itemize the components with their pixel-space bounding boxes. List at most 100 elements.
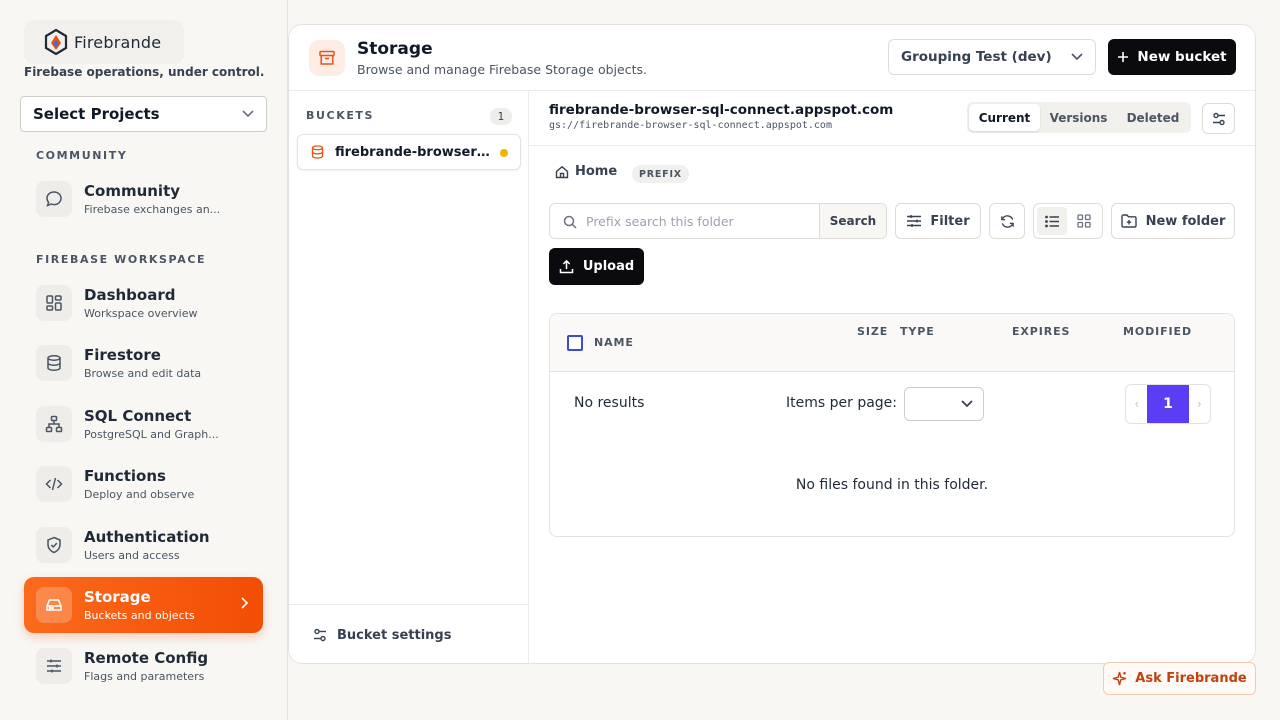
bucket-settings-button[interactable]: Bucket settings <box>289 604 528 663</box>
sidebar-item-title: Firestore <box>84 346 161 364</box>
sidebar-item-remote-config[interactable]: Remote Config Flags and parameters <box>24 638 263 694</box>
chat-bubble-icon <box>36 181 72 217</box>
page-title: Storage <box>357 39 433 59</box>
bucket-list-item[interactable]: firebrande-browser-sql-connect.appspot.c… <box>297 134 521 170</box>
new-bucket-label: New bucket <box>1137 49 1227 65</box>
environment-select[interactable]: Grouping Test (dev) <box>888 39 1096 75</box>
sidebar-item-community[interactable]: Community Firebase exchanges an... <box>24 171 263 227</box>
database-icon <box>311 145 324 159</box>
divider <box>529 145 1255 146</box>
sidebar-item-title: Dashboard <box>84 286 176 304</box>
sidebar-item-storage[interactable]: Storage Buckets and objects <box>24 577 263 633</box>
pagination: ‹ 1 › <box>1125 384 1211 424</box>
archive-icon <box>309 40 345 76</box>
sidebar-item-functions[interactable]: Functions Deploy and observe <box>24 456 263 512</box>
tab-versions[interactable]: Versions <box>1040 104 1117 131</box>
refresh-button[interactable] <box>989 203 1025 239</box>
sidebar-item-title: Community <box>84 182 181 200</box>
firebrande-logo-icon <box>44 29 68 55</box>
breadcrumb-home-label: Home <box>575 164 618 179</box>
shield-icon <box>36 527 72 563</box>
upload-button[interactable]: Upload <box>549 248 644 285</box>
tab-current[interactable]: Current <box>969 104 1040 131</box>
list-icon <box>1044 215 1059 227</box>
grid-view-button[interactable] <box>1069 207 1099 235</box>
filter-label: Filter <box>930 213 970 229</box>
column-header-name[interactable]: NAME <box>594 336 634 349</box>
sidebar-item-subtitle: Firebase exchanges an... <box>84 203 221 216</box>
items-per-page-select[interactable] <box>904 387 984 421</box>
bucket-title: firebrande-browser-sql-connect.appspot.c… <box>549 102 894 118</box>
sidebar-item-title: Remote Config <box>84 649 209 667</box>
bucket-path: gs://firebrande-browser-sql-connect.apps… <box>549 120 832 131</box>
buckets-count-badge: 1 <box>490 108 512 125</box>
sidebar-item-subtitle: Deploy and observe <box>84 488 195 501</box>
sidebar-item-subtitle: Users and access <box>84 549 180 562</box>
files-table: NAME SIZE TYPE EXPIRES MODIFIED No resul… <box>549 313 1235 537</box>
sidebar: Firebrande Firebase operations, under co… <box>0 0 288 720</box>
settings-sliders-icon <box>314 628 326 642</box>
bucket-name: firebrande-browser-sql-connect.appspot.c… <box>335 144 491 160</box>
chevron-down-icon <box>961 400 973 408</box>
sidebar-item-subtitle: Browse and edit data <box>84 367 202 380</box>
brand-tagline: Firebase operations, under control. <box>24 65 265 79</box>
sidebar-item-sql-connect[interactable]: SQL Connect PostgreSQL and Graph... <box>24 396 263 452</box>
page-number-button[interactable]: 1 <box>1147 385 1189 423</box>
sidebar-item-authentication[interactable]: Authentication Users and access <box>24 517 263 573</box>
view-options-button[interactable] <box>1202 103 1235 134</box>
bucket-content: firebrande-browser-sql-connect.appspot.c… <box>529 91 1255 663</box>
sidebar-item-subtitle: Workspace overview <box>84 307 198 320</box>
filter-button[interactable]: Filter <box>895 203 981 239</box>
new-folder-button[interactable]: New folder <box>1111 203 1235 239</box>
environment-select-label: Grouping Test (dev) <box>901 49 1052 65</box>
database-icon <box>36 345 72 381</box>
bucket-status-dot <box>500 149 508 157</box>
plus-icon <box>1118 52 1129 62</box>
sidebar-item-firestore[interactable]: Firestore Browse and edit data <box>24 335 263 391</box>
version-tabs: Current Versions Deleted <box>967 102 1191 133</box>
brand-logo[interactable]: Firebrande <box>24 20 184 64</box>
select-all-checkbox[interactable] <box>567 335 583 351</box>
home-icon <box>555 165 569 178</box>
items-per-page-label: Items per page: <box>786 395 898 411</box>
bucket-settings-label: Bucket settings <box>337 627 452 643</box>
new-folder-label: New folder <box>1145 213 1226 229</box>
table-header: NAME SIZE TYPE EXPIRES MODIFIED <box>550 314 1234 372</box>
grid-icon <box>36 285 72 321</box>
settings-sliders-icon <box>1212 112 1225 125</box>
sidebar-item-title: Storage <box>84 588 151 606</box>
prefix-search-input[interactable] <box>550 204 819 238</box>
search-button[interactable]: Search <box>819 204 886 238</box>
empty-folder-message: No files found in this folder. <box>795 477 989 493</box>
ask-firebrande-label: Ask Firebrande <box>1135 671 1247 686</box>
column-header-modified[interactable]: MODIFIED <box>1123 325 1192 338</box>
list-view-button[interactable] <box>1037 207 1067 235</box>
prev-page-button[interactable]: ‹ <box>1126 385 1147 423</box>
chevron-right-icon <box>241 597 249 609</box>
ask-firebrande-button[interactable]: Ask Firebrande <box>1103 662 1256 695</box>
sidebar-item-title: Functions <box>84 467 166 485</box>
sparkle-icon <box>1113 671 1127 686</box>
buckets-heading: BUCKETS <box>306 109 375 122</box>
upload-icon <box>559 259 574 274</box>
folder-plus-icon <box>1120 214 1137 228</box>
drive-icon <box>36 587 72 623</box>
column-header-type[interactable]: TYPE <box>900 325 935 338</box>
prefix-badge: PREFIX <box>632 165 689 183</box>
tab-deleted[interactable]: Deleted <box>1117 104 1189 131</box>
project-select-label: Select Projects <box>33 105 160 123</box>
sidebar-item-subtitle: PostgreSQL and Graph... <box>84 428 219 441</box>
new-bucket-button[interactable]: New bucket <box>1108 39 1236 75</box>
storage-panel: Storage Browse and manage Firebase Stora… <box>288 24 1256 664</box>
network-icon <box>36 406 72 442</box>
grid-icon <box>1077 214 1091 228</box>
search-icon <box>563 215 577 229</box>
column-header-size[interactable]: SIZE <box>857 325 888 338</box>
sidebar-item-dashboard[interactable]: Dashboard Workspace overview <box>24 275 263 331</box>
column-header-expires[interactable]: EXPIRES <box>1012 325 1070 338</box>
chevron-down-icon <box>1071 53 1083 61</box>
project-select[interactable]: Select Projects <box>20 96 267 132</box>
buckets-panel: BUCKETS 1 firebrande-browser-sql-connect… <box>289 91 529 663</box>
breadcrumb-home[interactable]: Home <box>555 164 617 179</box>
next-page-button[interactable]: › <box>1189 385 1210 423</box>
